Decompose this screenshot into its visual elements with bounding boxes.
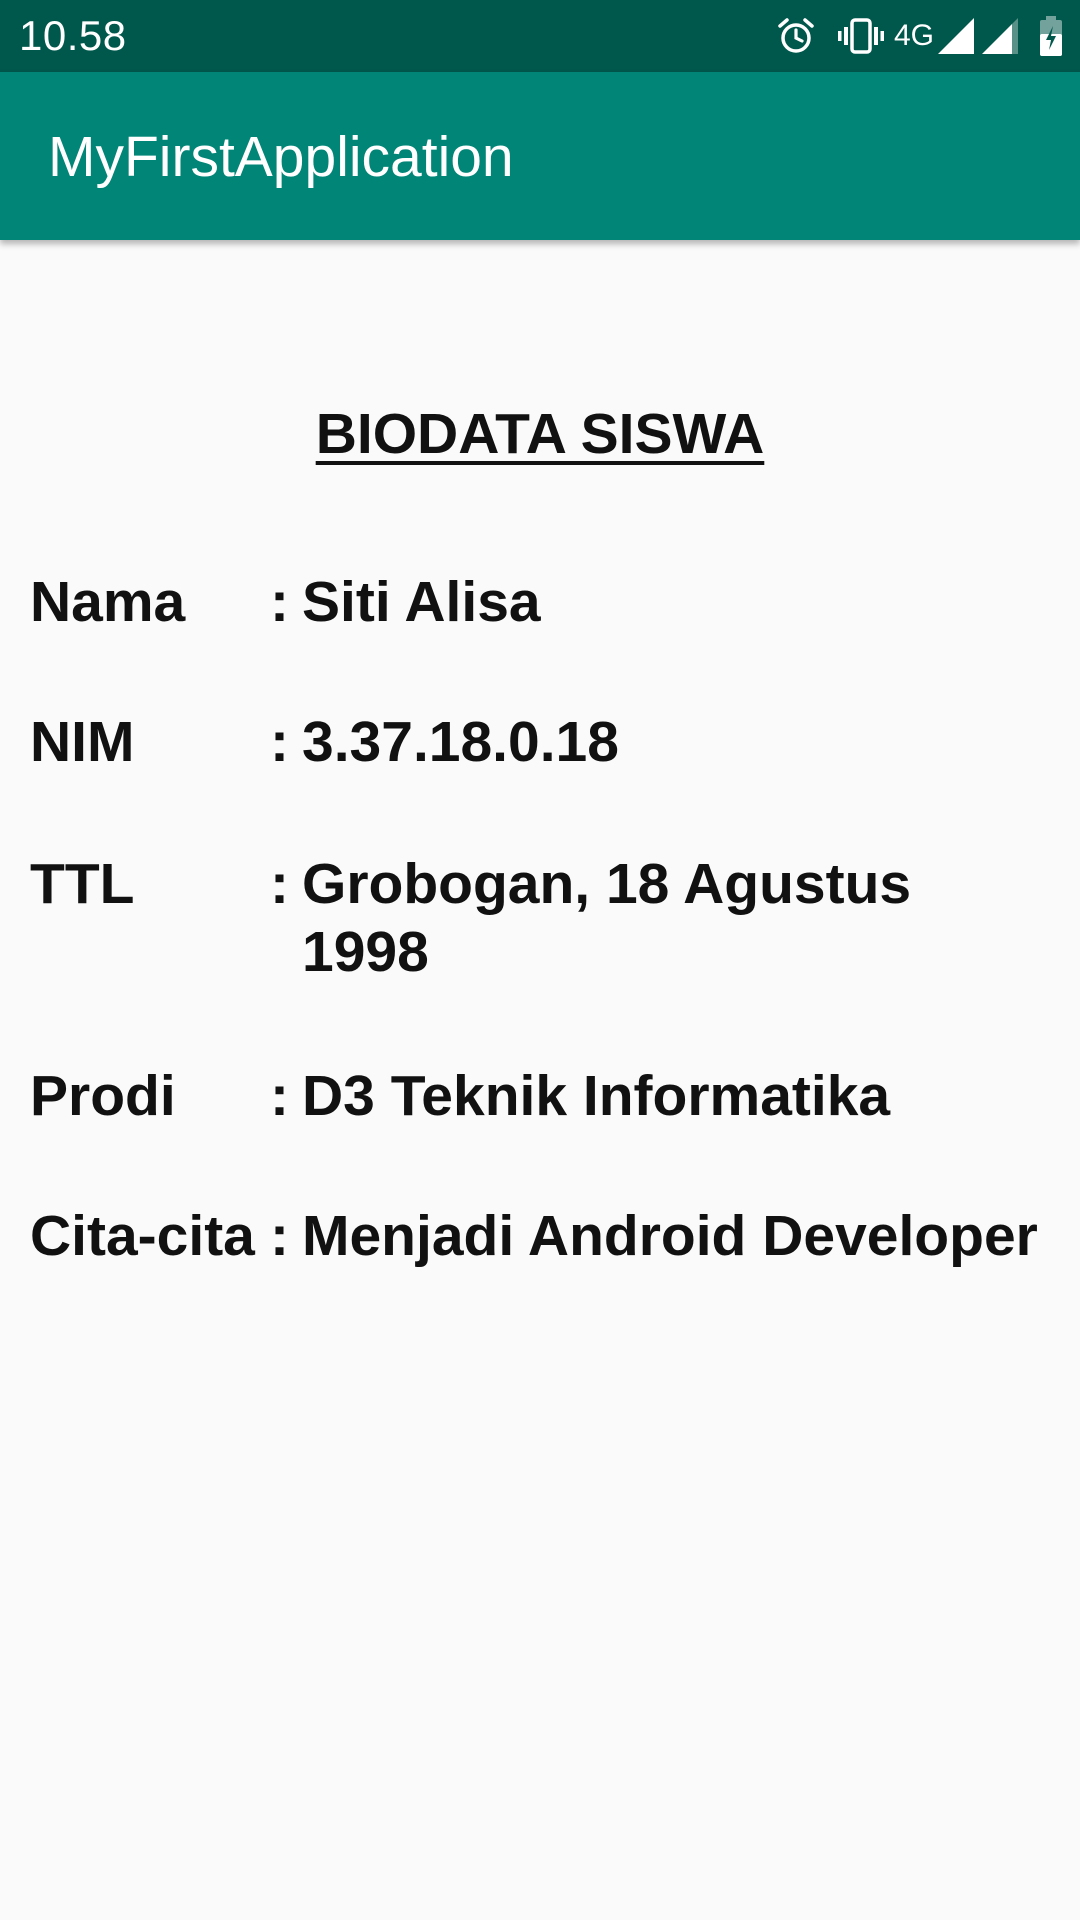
row-value: Siti Alisa (302, 570, 541, 634)
status-icons: 4G (776, 14, 1062, 58)
vibrate-icon (837, 16, 884, 56)
row-separator: : (270, 1064, 289, 1128)
row-separator: : (270, 570, 289, 634)
page-heading: BIODATA SISWA (315, 402, 765, 466)
network-type-label: 4G (893, 19, 934, 52)
biodata-row-ttl: TTL : Grobogan, 18 Agustus 1998 (30, 850, 1070, 986)
row-value: Grobogan, 18 Agustus 1998 (302, 852, 912, 984)
app-title: MyFirstApplication (48, 125, 514, 189)
row-value: D3 Teknik Informatika (302, 1064, 891, 1128)
row-separator: : (270, 852, 289, 916)
biodata-row-nama: Nama : Siti Alisa (30, 568, 1070, 636)
status-time: 10.58 (19, 12, 127, 59)
row-label: Cita-cita (30, 1204, 255, 1268)
row-value: Menjadi Android Developer (302, 1204, 1038, 1268)
row-separator: : (270, 1204, 289, 1268)
row-separator: : (270, 710, 289, 774)
row-label: TTL (30, 852, 135, 916)
row-value: 3.37.18.0.18 (302, 710, 619, 774)
row-label: NIM (30, 710, 135, 774)
biodata-row-prodi: Prodi : D3 Teknik Informatika (30, 1062, 1070, 1130)
row-label: Nama (30, 570, 186, 634)
alarm-icon (776, 16, 816, 56)
biodata-row-nim: NIM : 3.37.18.0.18 (30, 708, 1070, 776)
app-bar: MyFirstApplication (0, 72, 1080, 240)
row-label: Prodi (30, 1064, 176, 1128)
signal-icon (938, 18, 974, 54)
battery-charging-icon (1040, 16, 1062, 56)
status-bar: 10.58 4G (0, 0, 1080, 72)
biodata-row-cita-cita: Cita-cita : Menjadi Android Developer (30, 1202, 1070, 1270)
signal-icon (982, 18, 1018, 54)
